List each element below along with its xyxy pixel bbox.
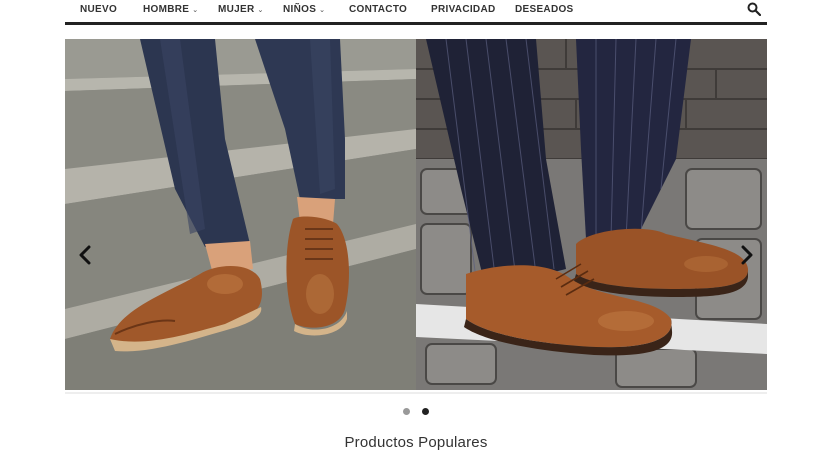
nav-item-privacidad[interactable]: PRIVACIDAD: [431, 4, 495, 15]
nav-item-hombre[interactable]: HOMBRE ⌄: [143, 4, 198, 15]
nav-item-mujer[interactable]: MUJER ⌄: [218, 4, 264, 15]
nav-item-contacto[interactable]: CONTACTO: [349, 4, 407, 15]
hero-slider[interactable]: [65, 39, 767, 390]
search-icon[interactable]: [747, 2, 761, 16]
chevron-right-icon[interactable]: [737, 244, 757, 266]
slider-dot-1[interactable]: [402, 408, 410, 415]
nav-label: NUEVO: [80, 4, 118, 15]
nav-item-deseados[interactable]: DESEADOS: [515, 4, 574, 15]
slider-pagination: [0, 402, 832, 420]
nav-item-ninos[interactable]: NIÑOS ⌄: [283, 4, 325, 15]
slide-photo-steps: [65, 39, 416, 390]
nav-label: PRIVACIDAD: [431, 4, 496, 15]
nav-label: NIÑOS: [283, 4, 317, 15]
nav-label: CONTACTO: [349, 4, 408, 15]
section-title-popular-products: Productos Populares: [344, 434, 488, 451]
slide-photo-cobblestone: [416, 39, 767, 390]
nav-label: HOMBRE: [143, 4, 190, 15]
chevron-down-icon: ⌄: [319, 7, 326, 14]
chevron-down-icon: ⌄: [257, 7, 264, 14]
main-nav: NUEVO HOMBRE ⌄ MUJER ⌄ NIÑOS ⌄ CONTACTO PRI…: [65, 0, 767, 25]
slider-dot-2-active[interactable]: [422, 408, 430, 415]
chevron-down-icon: ⌄: [192, 7, 199, 14]
nav-item-nuevo[interactable]: NUEVO: [80, 4, 117, 15]
slider-divider: [65, 392, 767, 394]
nav-label: DESEADOS: [515, 4, 574, 15]
chevron-left-icon[interactable]: [75, 244, 95, 266]
nav-label: MUJER: [218, 4, 255, 15]
